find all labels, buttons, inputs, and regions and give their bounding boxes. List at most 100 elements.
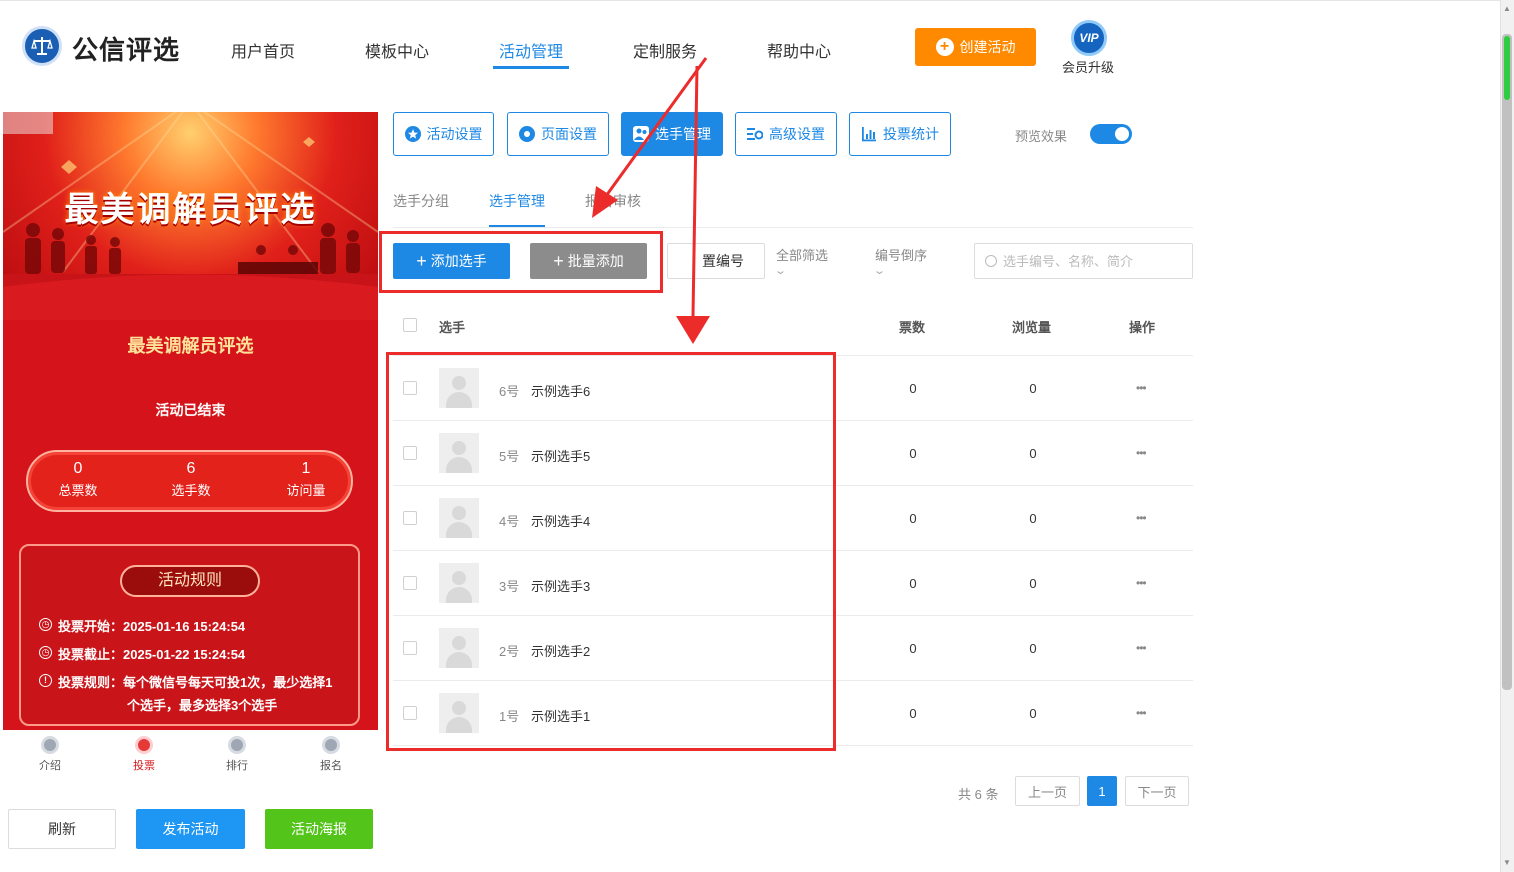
add-contestant-label: 添加选手 — [430, 253, 487, 269]
tab-ranking[interactable]: 排行 — [207, 736, 267, 773]
avatar[interactable] — [439, 498, 479, 538]
rule-vote-rule: ! 投票规则：每个微信号每天可投1次，最少选择1 — [39, 672, 332, 691]
select-all-checkbox[interactable] — [403, 318, 417, 332]
subtab-contestants[interactable]: 选手管理 — [489, 191, 545, 211]
row-checkbox[interactable] — [403, 446, 417, 460]
preview-tabbar: 介绍 投票 排行 报名 — [3, 730, 378, 780]
activity-poster-button[interactable]: 活动海报 — [265, 809, 373, 849]
avatar[interactable] — [439, 693, 479, 733]
preview-effect-label: 预览效果 — [1015, 129, 1068, 144]
users-icon — [633, 126, 649, 142]
contestant-number: 1号 — [499, 709, 520, 724]
chevron-down-icon: ⌄ — [774, 265, 787, 277]
refresh-button[interactable]: 刷新 — [8, 809, 116, 849]
clock-icon: ◷ — [39, 646, 52, 659]
row-divider — [393, 680, 1193, 681]
header-operations: 操作 — [1129, 320, 1156, 335]
avatar[interactable] — [439, 628, 479, 668]
stat-label: 访问量 — [286, 483, 326, 498]
stat-total-votes: 0 总票数 — [28, 460, 128, 499]
gear-icon — [519, 126, 535, 142]
member-upgrade-link[interactable]: 会员升级 — [1062, 57, 1114, 76]
stat-value: 6 — [186, 460, 196, 477]
set-number-button[interactable]: 置编号 — [667, 243, 765, 279]
rule-vote-start: ◷ 投票开始：2025-01-16 15:24:54 — [39, 616, 245, 635]
add-contestant-button[interactable]: + 添加选手 — [393, 243, 510, 279]
subtab-active-underline — [489, 225, 545, 227]
views-cell: 0 — [1029, 706, 1037, 721]
row-checkbox[interactable] — [403, 511, 417, 525]
filter-label: 全部筛选 — [776, 248, 829, 263]
create-activity-button[interactable]: + 创建活动 — [915, 28, 1036, 66]
publish-activity-button[interactable]: 发布活动 — [136, 809, 245, 849]
sliders-glyph — [747, 128, 764, 140]
nav-activity-management[interactable]: 活动管理 — [499, 38, 563, 62]
header-player: 选手 — [439, 320, 466, 335]
toolbar-label: 高级设置 — [769, 126, 825, 142]
rule-vote-rule-cont: 个选手，最多选择3个选手 — [127, 695, 277, 714]
stat-contestants: 6 选手数 — [141, 460, 241, 499]
header-votes[interactable]: 票数 — [899, 317, 925, 336]
row-checkbox[interactable] — [403, 641, 417, 655]
top-border — [0, 0, 1500, 1]
scrollbar-thumb[interactable] — [1502, 34, 1512, 690]
more-actions-icon[interactable]: ••• — [1136, 381, 1147, 395]
more-actions-icon[interactable]: ••• — [1136, 446, 1147, 460]
contestant-number: 2号 — [499, 644, 520, 659]
search-input[interactable] — [1003, 253, 1173, 269]
nav-help-center[interactable]: 帮助中心 — [767, 38, 831, 62]
users-glyph — [634, 128, 647, 140]
banner-image: 最美调解员评选 — [3, 112, 378, 320]
activity-settings-button[interactable]: 活动设置 — [393, 112, 494, 156]
more-actions-icon[interactable]: ••• — [1136, 576, 1147, 590]
scroll-up-icon[interactable]: ▲ — [1502, 4, 1512, 14]
next-page-button[interactable]: 下一页 — [1125, 776, 1189, 806]
advanced-settings-button[interactable]: 高级设置 — [735, 112, 837, 156]
prev-page-button[interactable]: 上一页 — [1015, 776, 1080, 806]
nav-templates[interactable]: 模板中心 — [365, 38, 429, 62]
logo-text[interactable]: 公信评选 — [72, 30, 180, 67]
contestant-name: 示例选手3 — [531, 579, 591, 594]
subtab-groups[interactable]: 选手分组 — [393, 191, 449, 211]
stat-visits: 1 访问量 — [256, 460, 356, 499]
page-settings-button[interactable]: 页面设置 — [507, 112, 609, 156]
votes-cell: 0 — [909, 446, 917, 461]
avatar[interactable] — [439, 563, 479, 603]
nav-custom-service[interactable]: 定制服务 — [633, 38, 697, 62]
row-checkbox[interactable] — [403, 576, 417, 590]
page-number-1[interactable]: 1 — [1087, 776, 1117, 806]
sort-dropdown[interactable]: 编号倒序 ⌄ — [873, 245, 927, 277]
tab-intro[interactable]: 介绍 — [20, 736, 80, 773]
row-checkbox[interactable] — [403, 381, 417, 395]
vip-icon[interactable]: VIP — [1071, 20, 1107, 56]
nav-home[interactable]: 用户首页 — [231, 38, 295, 62]
subtab-signup-review[interactable]: 报名审核 — [585, 191, 641, 211]
avatar[interactable] — [439, 433, 479, 473]
more-actions-icon[interactable]: ••• — [1136, 641, 1147, 655]
votes-cell: 0 — [909, 381, 917, 396]
toggle-knob — [1115, 127, 1129, 141]
avatar[interactable] — [439, 368, 479, 408]
scroll-down-icon[interactable]: ▼ — [1502, 858, 1512, 868]
more-actions-icon[interactable]: ••• — [1136, 511, 1147, 525]
header-views[interactable]: 浏览量 — [1012, 317, 1051, 336]
ranking-icon — [228, 736, 246, 754]
tab-vote[interactable]: 投票 — [114, 736, 174, 773]
scrollbar-highlight — [1504, 36, 1510, 100]
search-icon — [985, 255, 997, 267]
banner-title: 最美调解员评选 — [64, 192, 317, 229]
tab-signup[interactable]: 报名 — [301, 736, 361, 773]
views-cell: 0 — [1029, 576, 1037, 591]
more-actions-icon[interactable]: ••• — [1136, 706, 1147, 720]
total-count: 共 6 条 — [958, 787, 999, 802]
logo-icon[interactable] — [22, 26, 62, 66]
batch-add-button[interactable]: + 批量添加 — [530, 243, 647, 279]
vote-statistics-button[interactable]: 投票统计 — [849, 112, 951, 156]
row-checkbox[interactable] — [403, 706, 417, 720]
row-divider — [393, 550, 1193, 551]
preview-effect-toggle[interactable] — [1090, 124, 1132, 144]
filter-all-dropdown[interactable]: 全部筛选 ⌄ — [774, 245, 829, 277]
views-cell: 0 — [1029, 446, 1037, 461]
contestant-management-button[interactable]: 选手管理 — [621, 112, 723, 156]
row-divider — [393, 615, 1193, 616]
